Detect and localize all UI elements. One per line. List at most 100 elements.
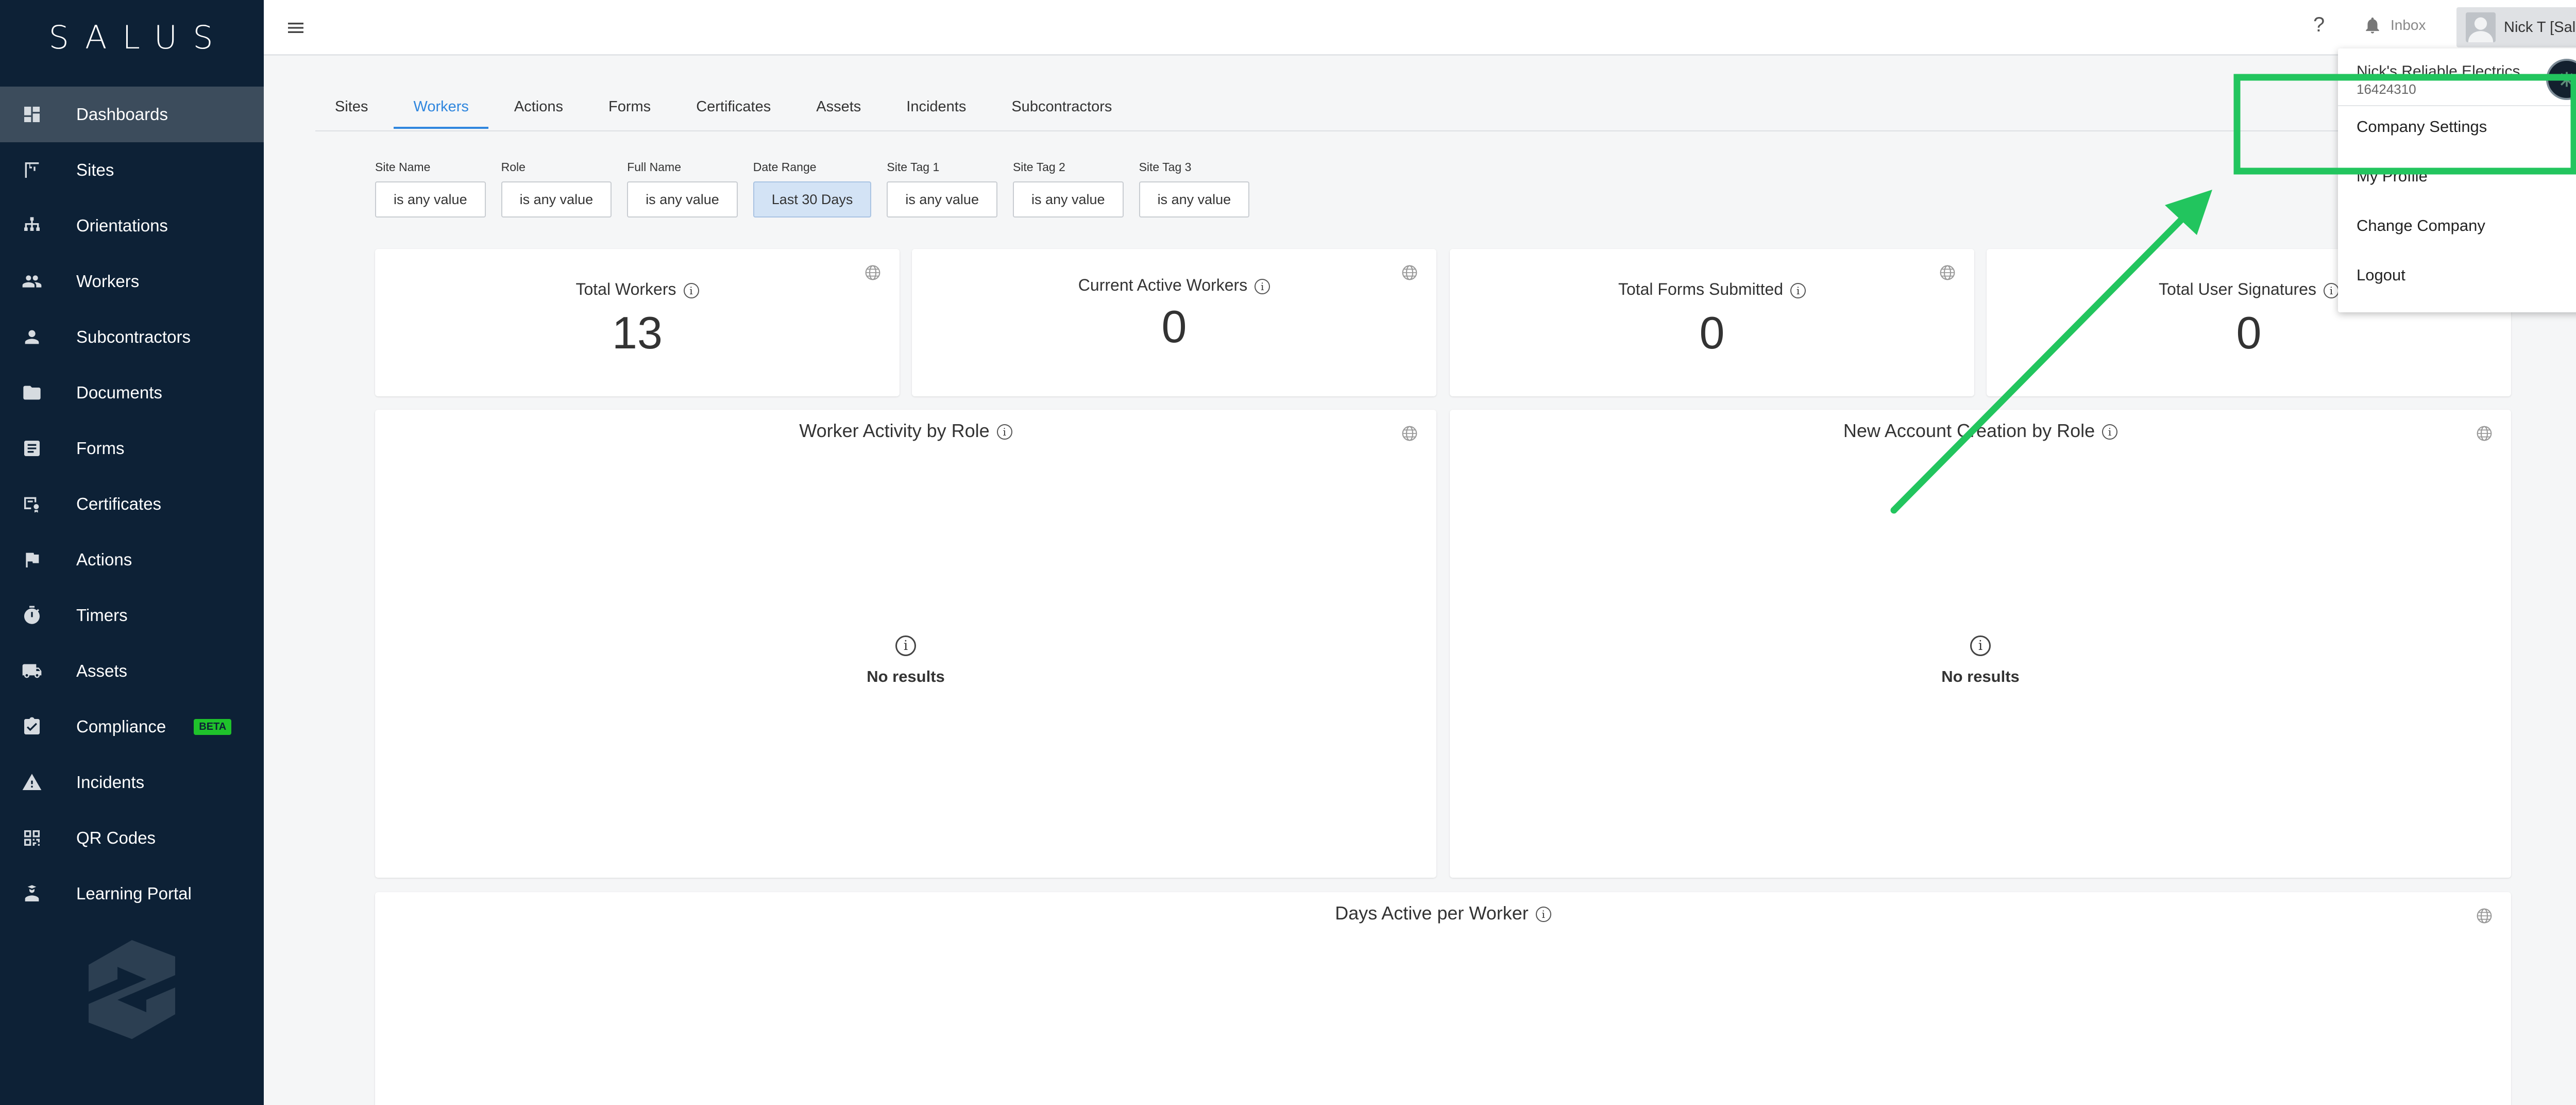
filter-full-name: Full Name is any value xyxy=(627,160,738,217)
stat-value: 13 xyxy=(612,307,663,358)
info-icon[interactable]: i xyxy=(1255,278,1270,294)
beta-badge: BETA xyxy=(194,718,232,735)
bell-icon xyxy=(2366,17,2379,34)
stopwatch-icon xyxy=(21,604,43,627)
filter-label: Date Range xyxy=(753,160,817,174)
company-name: Nick's Reliable Electrics xyxy=(2357,63,2520,80)
info-icon: i xyxy=(895,635,916,656)
company-logo xyxy=(2546,59,2576,100)
filter-label: Site Name xyxy=(375,160,431,174)
stat-title-text: Current Active Workers xyxy=(1078,276,1248,294)
tab-incidents[interactable]: Incidents xyxy=(887,98,986,129)
sidebar-item-label: Orientations xyxy=(76,216,168,235)
filter-full-name-button[interactable]: is any value xyxy=(627,181,738,217)
folder-icon xyxy=(21,381,43,404)
sidebar-item-label: Timers xyxy=(76,606,128,625)
sidebar-item-certificates[interactable]: Certificates xyxy=(0,476,264,532)
inbox-button[interactable]: Inbox xyxy=(2363,15,2426,35)
salus-shield-logo xyxy=(89,940,175,1039)
tab-certificates[interactable]: Certificates xyxy=(676,98,790,129)
empty-state: i No results xyxy=(375,635,1436,686)
info-icon[interactable]: i xyxy=(1535,907,1551,923)
hamburger-menu-icon[interactable] xyxy=(284,18,307,38)
sidebar-item-label: Forms xyxy=(76,439,125,458)
company-settings-menu-item[interactable]: Company Settings xyxy=(2357,118,2487,136)
sidebar-item-compliance[interactable]: Compliance BETA xyxy=(0,699,264,755)
sidebar-item-label: Documents xyxy=(76,383,162,402)
dashboard-tabs: Sites Workers Actions Forms Certificates… xyxy=(315,98,1138,129)
info-icon[interactable]: i xyxy=(1790,282,1806,298)
sidebar-item-orientations[interactable]: Orientations xyxy=(0,198,264,254)
help-button[interactable]: ? xyxy=(2313,13,2325,37)
sidebar-item-label: Compliance xyxy=(76,717,166,736)
logout-menu-item[interactable]: Logout xyxy=(2357,266,2405,284)
empty-state-text: No results xyxy=(1941,667,2020,685)
info-icon[interactable]: i xyxy=(2102,424,2118,440)
user-menu-button[interactable]: Nick T [Salus] ▾ xyxy=(2456,7,2576,47)
filter-site-tag-3: Site Tag 3 is any value xyxy=(1139,160,1250,217)
form-icon xyxy=(21,437,43,460)
truck-icon xyxy=(21,660,43,682)
chart-title: Worker Activity by Role i xyxy=(375,420,1436,442)
chart-card-days-active: Days Active per Worker i xyxy=(375,892,2511,1105)
sidebar-item-label: Subcontractors xyxy=(76,327,191,346)
sidebar-item-actions[interactable]: Actions xyxy=(0,532,264,588)
sidebar-item-label: QR Codes xyxy=(76,828,156,847)
sidebar-item-subcontractors[interactable]: Subcontractors xyxy=(0,309,264,365)
filter-site-tag-3-button[interactable]: is any value xyxy=(1139,181,1250,217)
dashboard-content: Sites Workers Actions Forms Certificates… xyxy=(264,57,2576,1105)
person-icon xyxy=(21,326,43,348)
sidebar-item-qr-codes[interactable]: QR Codes xyxy=(0,810,264,866)
sidebar-item-sites[interactable]: Sites xyxy=(0,142,264,198)
stat-title-text: Total Forms Submitted xyxy=(1618,280,1784,298)
inbox-label: Inbox xyxy=(2391,17,2426,33)
filter-label: Site Tag 3 xyxy=(1139,160,1192,174)
filter-site-tag-2-button[interactable]: is any value xyxy=(1012,181,1124,217)
filter-site-tag-1-button[interactable]: is any value xyxy=(887,181,997,217)
filter-bar: Site Name is any value Role is any value… xyxy=(375,160,1265,217)
tab-forms[interactable]: Forms xyxy=(589,98,670,129)
avatar xyxy=(2466,12,2496,42)
globe-icon[interactable] xyxy=(865,264,881,281)
tab-assets[interactable]: Assets xyxy=(796,98,880,129)
sidebar-item-documents[interactable]: Documents xyxy=(0,365,264,421)
stat-card-total-forms-submitted: Total Forms Submitted i 0 xyxy=(1450,249,1974,396)
sidebar-item-label: Learning Portal xyxy=(76,884,192,903)
filter-site-name: Site Name is any value xyxy=(375,160,486,217)
filter-role-button[interactable]: is any value xyxy=(501,181,612,217)
info-icon[interactable]: i xyxy=(2323,282,2339,298)
chart-title-text: Worker Activity by Role xyxy=(799,420,990,441)
sidebar-item-label: Certificates xyxy=(76,494,162,513)
sidebar-item-assets[interactable]: Assets xyxy=(0,643,264,699)
sidebar-item-dashboards[interactable]: Dashboards xyxy=(0,87,264,142)
qr-code-icon xyxy=(21,827,43,849)
tab-sites[interactable]: Sites xyxy=(315,98,387,129)
company-id: 16424310 xyxy=(2357,81,2416,97)
sidebar-item-timers[interactable]: Timers xyxy=(0,588,264,643)
sidebar-item-incidents[interactable]: Incidents xyxy=(0,755,264,810)
sidebar-item-forms[interactable]: Forms xyxy=(0,421,264,476)
chart-card-worker-activity: Worker Activity by Role i i No results xyxy=(375,410,1436,878)
stat-card-total-workers: Total Workers i 13 xyxy=(375,249,900,396)
sidebar-item-workers[interactable]: Workers xyxy=(0,254,264,309)
warning-icon xyxy=(21,771,43,794)
tab-workers[interactable]: Workers xyxy=(394,98,488,129)
change-company-menu-item[interactable]: Change Company xyxy=(2357,216,2485,235)
stat-title: Total Forms Submitted i xyxy=(1450,280,1974,299)
sidebar-item-label: Workers xyxy=(76,272,140,291)
info-icon[interactable]: i xyxy=(683,282,699,298)
filter-date-range-button[interactable]: Last 30 Days xyxy=(753,181,872,217)
chart-card-new-account-creation: New Account Creation by Role i i No resul… xyxy=(1450,410,2511,878)
sidebar-item-learning-portal[interactable]: Learning Portal xyxy=(0,866,264,922)
tab-subcontractors[interactable]: Subcontractors xyxy=(992,98,1131,129)
brand-logo[interactable]: SALUS xyxy=(0,19,264,56)
learner-icon xyxy=(21,882,43,905)
stat-title-text: Total Workers xyxy=(575,280,676,298)
tab-actions[interactable]: Actions xyxy=(495,98,583,129)
globe-icon[interactable] xyxy=(1939,264,1956,281)
info-icon[interactable]: i xyxy=(996,424,1012,440)
filter-site-name-button[interactable]: is any value xyxy=(375,181,486,217)
my-profile-menu-item[interactable]: My Profile xyxy=(2357,167,2428,186)
people-icon xyxy=(21,270,43,293)
stat-value: 0 xyxy=(2236,307,2262,358)
